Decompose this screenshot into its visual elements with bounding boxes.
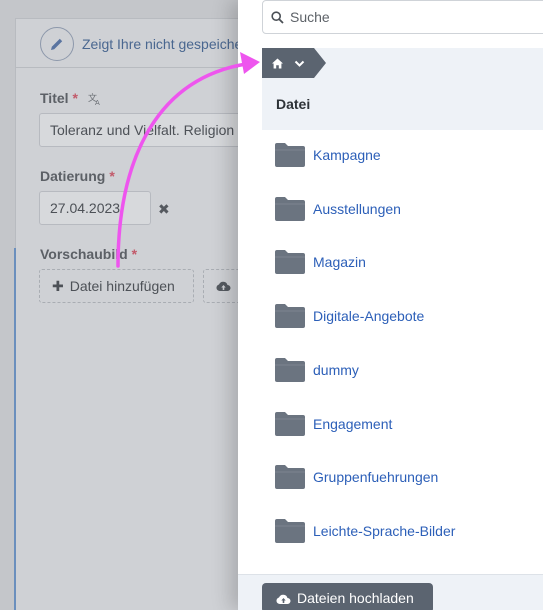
svg-text:A: A <box>95 99 100 105</box>
upload-files-label: Dateien hochladen <box>297 590 414 606</box>
title-label-text: Titel <box>40 90 69 106</box>
cloud-upload-icon <box>216 281 231 292</box>
folder-name: Ausstellungen <box>313 201 401 217</box>
folder-name: Magazin <box>313 254 366 270</box>
chevron-down-icon <box>294 60 304 67</box>
required-marker: * <box>131 246 138 262</box>
title-input[interactable]: Toleranz und Vielfalt. Religion <box>39 113 259 147</box>
folder-icon <box>275 250 305 274</box>
folder-item[interactable]: Magazin <box>274 247 366 277</box>
date-input[interactable]: 27.04.2023 <box>39 191 151 225</box>
preview-label: Vorschaubild * <box>40 246 137 262</box>
folder-icon <box>275 197 305 221</box>
active-section-indicator <box>14 248 16 610</box>
clear-date-icon[interactable]: ✖ <box>158 201 170 218</box>
required-marker: * <box>109 168 115 184</box>
file-column-header: Datei <box>262 78 543 130</box>
breadcrumb-home-button[interactable] <box>262 48 326 78</box>
folder-name: Leichte-Sprache-Bilder <box>313 523 456 539</box>
folder-item[interactable]: Ausstellungen <box>274 194 401 224</box>
search-icon <box>271 10 284 24</box>
folder-name: Kampagne <box>313 147 381 163</box>
folder-icon <box>275 465 305 489</box>
search-input[interactable]: Suche <box>262 0 543 34</box>
add-file-button-label: Datei hinzufügen <box>69 278 175 294</box>
preview-label-text: Vorschaubild <box>40 246 128 262</box>
date-label: Datierung * <box>40 168 115 184</box>
folder-icon <box>275 358 305 382</box>
cloud-upload-icon <box>276 594 291 604</box>
folder-name: Engagement <box>313 416 393 432</box>
folder-icon <box>275 143 305 167</box>
add-file-button[interactable]: ✚ Datei hinzufügen <box>39 269 194 303</box>
folder-name: Digitale-Angebote <box>313 308 425 324</box>
folder-name: dummy <box>313 362 359 378</box>
title-label: Titel * <box>40 90 78 106</box>
file-browser-panel: Suche Datei Kampagne Ausstellungen Magaz… <box>238 0 543 610</box>
folder-item[interactable]: dummy <box>274 355 359 385</box>
search-placeholder: Suche <box>290 9 330 25</box>
pencil-icon[interactable] <box>40 27 74 61</box>
folder-item[interactable]: Leichte-Sprache-Bilder <box>274 516 455 546</box>
home-icon <box>271 58 283 68</box>
folder-item[interactable]: Engagement <box>274 409 392 439</box>
folder-item[interactable]: Gruppenfuehrungen <box>274 462 438 492</box>
folder-icon <box>275 412 305 436</box>
plus-icon: ✚ <box>52 277 64 294</box>
folder-item[interactable]: Kampagne <box>274 140 381 170</box>
date-label-text: Datierung <box>40 168 106 184</box>
folder-icon <box>275 304 305 328</box>
translate-icon[interactable]: 文A <box>88 92 102 108</box>
folder-icon <box>275 519 305 543</box>
folder-item[interactable]: Digitale-Angebote <box>274 301 424 331</box>
upload-files-button[interactable]: Dateien hochladen <box>262 583 433 610</box>
folder-name: Gruppenfuehrungen <box>313 469 439 485</box>
required-marker: * <box>72 90 78 106</box>
